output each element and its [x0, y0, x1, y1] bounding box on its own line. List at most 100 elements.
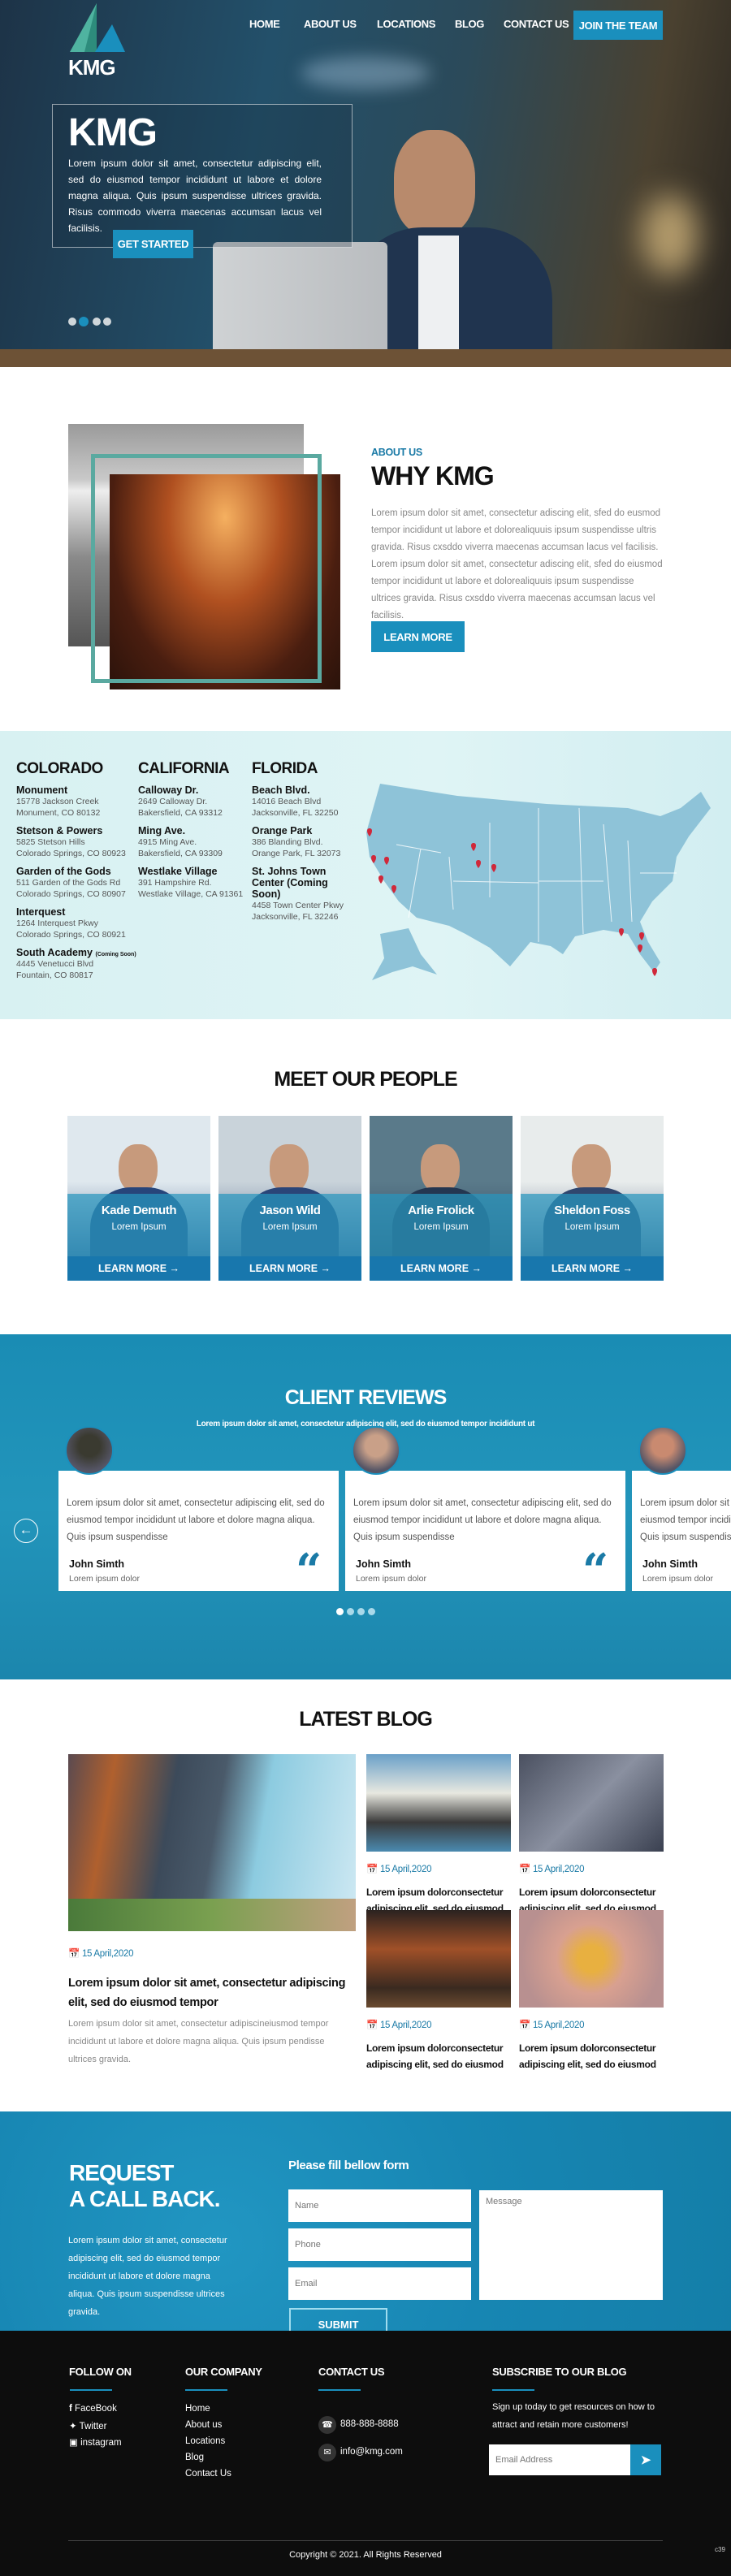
- callback-title-line2: A CALL BACK.: [69, 2186, 221, 2211]
- join-the-team-button[interactable]: JOIN THE TEAM: [573, 11, 663, 40]
- post-title[interactable]: Lorem ipsum dolorconsectetur adipiscing …: [519, 2040, 665, 2072]
- learn-more-button[interactable]: LEARN MORE: [371, 621, 465, 652]
- phone-link[interactable]: 888-888-8888: [340, 2419, 399, 2429]
- footer-link-contact[interactable]: Contact Us: [185, 2469, 231, 2479]
- map-pin-icon[interactable]: [619, 928, 624, 936]
- address-line-2: Jacksonville, FL 32250: [252, 808, 339, 818]
- featured-post-title[interactable]: Lorem ipsum dolor sit amet, consectetur …: [68, 1973, 348, 2012]
- review-dot-2[interactable]: [347, 1608, 354, 1615]
- footer-link-locations[interactable]: Locations: [185, 2436, 225, 2446]
- learn-more-link[interactable]: LEARN MORE →: [218, 1256, 361, 1281]
- calendar-icon: 📅: [68, 1949, 80, 1959]
- review-dot-1[interactable]: [336, 1608, 344, 1615]
- address-line-1: 386 Blanding Blvd.: [252, 837, 323, 847]
- slide-dot-3[interactable]: [93, 318, 101, 326]
- desk: [0, 349, 731, 367]
- paper-plane-icon: ➤: [640, 2453, 651, 2467]
- subscribe-email-input[interactable]: [489, 2444, 630, 2475]
- person-photo: [270, 1144, 309, 1193]
- nav-contact-us[interactable]: CONTACT US: [504, 18, 569, 30]
- review-card: Lorem ipsum dolor sit amet, consectetur …: [345, 1426, 625, 1593]
- post-date: 📅 15 April,2020: [366, 1865, 432, 1874]
- slide-dot-4[interactable]: [103, 318, 111, 326]
- learn-more-link[interactable]: LEARN MORE →: [67, 1256, 210, 1281]
- hero-title: KMG: [68, 111, 158, 154]
- logo[interactable]: KMG: [68, 3, 127, 79]
- contact-title: CONTACT US: [318, 2366, 385, 2378]
- footer-link-blog[interactable]: Blog: [185, 2453, 204, 2462]
- review-text: Lorem ipsum dolor sit amet, consectetur …: [353, 1498, 612, 1542]
- featured-post-image[interactable]: [68, 1754, 356, 1931]
- post-image[interactable]: [519, 1754, 664, 1852]
- coming-soon-note: (Coming Soon): [95, 952, 136, 957]
- reviews-title: CLIENT REVIEWS: [284, 1386, 448, 1409]
- follow-title: FOLLOW ON: [69, 2366, 132, 2378]
- divider: [185, 2389, 227, 2391]
- location-item: Beach Blvd. 14016 Beach Blvd Jacksonville,…: [252, 784, 357, 819]
- person-role: Lorem Ipsum: [564, 1222, 620, 1232]
- submit-button[interactable]: SUBMIT: [289, 2308, 387, 2331]
- location-name: South Academy (Coming Soon): [16, 947, 136, 958]
- nav-locations[interactable]: LOCATIONS: [377, 18, 435, 30]
- learn-more-link[interactable]: LEARN MORE →: [521, 1256, 664, 1281]
- facebook-link[interactable]: f FaceBook: [69, 2404, 117, 2414]
- footer-link-home[interactable]: Home: [185, 2404, 210, 2414]
- nav-about-us[interactable]: ABOUT US: [304, 18, 357, 30]
- post-image[interactable]: [366, 1754, 511, 1852]
- callback-title: REQUEST A CALL BACK.: [69, 2160, 221, 2212]
- twitter-link[interactable]: ✦ Twitter: [69, 2420, 107, 2431]
- email-input[interactable]: [288, 2267, 471, 2300]
- location-name: Westlake Village: [138, 866, 218, 877]
- map-pin-icon[interactable]: [652, 968, 657, 976]
- ceiling-light: [301, 57, 430, 89]
- person-name: Arlie Frolick: [408, 1204, 474, 1217]
- location-name: Orange Park: [252, 825, 313, 836]
- instagram-icon: ▣: [69, 2438, 78, 2448]
- instagram-link[interactable]: ▣ instagram: [69, 2436, 122, 2448]
- alaska: [372, 928, 437, 980]
- person-overlay: Sheldon Foss Lorem Ipsum: [521, 1194, 664, 1257]
- reviewer-name: John Simth: [642, 1558, 699, 1570]
- address-line-1: 511 Garden of the Gods Rd: [16, 878, 121, 888]
- us-map: [366, 784, 711, 980]
- name-input[interactable]: [288, 2189, 471, 2222]
- post-image[interactable]: [519, 1910, 664, 2008]
- post-title[interactable]: Lorem ipsum dolorconsectetur adipiscing …: [366, 2040, 513, 2072]
- review-dot-4[interactable]: [368, 1608, 375, 1615]
- address-line-1: 391 Hampshire Rd.: [138, 878, 212, 888]
- get-started-button[interactable]: GET STARTED: [113, 230, 193, 258]
- message-input[interactable]: [479, 2190, 663, 2300]
- form-title: Please fill bellow form: [288, 2159, 409, 2172]
- footer-link-about[interactable]: About us: [185, 2420, 222, 2430]
- location-name: Calloway Dr.: [138, 784, 199, 796]
- location-item: Garden of the Gods 511 Garden of the Gods…: [16, 866, 138, 900]
- learn-more-link[interactable]: LEARN MORE →: [370, 1256, 513, 1281]
- divider: [70, 2389, 112, 2391]
- location-item: Orange Park 386 Blanding Blvd. Orange Park…: [252, 825, 357, 859]
- location-name: Ming Ave.: [138, 825, 186, 836]
- prev-arrow-button[interactable]: ←: [14, 1519, 38, 1543]
- nav-home[interactable]: HOME: [249, 18, 280, 30]
- post-image[interactable]: [366, 1910, 511, 2008]
- corner-label: c39: [715, 2546, 725, 2553]
- person-overlay: Arlie Frolick Lorem Ipsum: [370, 1194, 513, 1257]
- subscribe-title: SUBSCRIBE TO OUR BLOG: [492, 2366, 627, 2378]
- review-dot-3[interactable]: [357, 1608, 365, 1615]
- nav-blog[interactable]: BLOG: [455, 18, 484, 30]
- featured-post-text: Lorem ipsum dolor sit amet, consectetur …: [68, 2019, 329, 2064]
- location-item: South Academy (Coming Soon) 4445 Venetucc…: [16, 947, 138, 981]
- state-name: CALIFORNIA: [138, 760, 230, 777]
- footer: FOLLOW ON f FaceBook ✦ Twitter ▣ instagr…: [0, 2331, 731, 2576]
- address-line-2: Monument, CO 80132: [16, 808, 101, 818]
- slide-dot-1[interactable]: [68, 318, 76, 326]
- post-date: 📅 15 April,2020: [366, 2021, 432, 2030]
- slide-dot-2[interactable]: [79, 317, 89, 326]
- address-line-1: 1264 Interquest Pkwy: [16, 918, 98, 928]
- subscribe-send-button[interactable]: ➤: [630, 2444, 661, 2475]
- people-title: MEET OUR PEOPLE: [274, 1068, 457, 1091]
- map-pin-icon[interactable]: [378, 875, 383, 884]
- phone-input[interactable]: [288, 2228, 471, 2261]
- email-link[interactable]: info@kmg.com: [340, 2447, 403, 2457]
- reviewer-name: John Simth: [356, 1558, 412, 1570]
- location-name: St. Johns Town Center (Coming Soon): [252, 866, 328, 900]
